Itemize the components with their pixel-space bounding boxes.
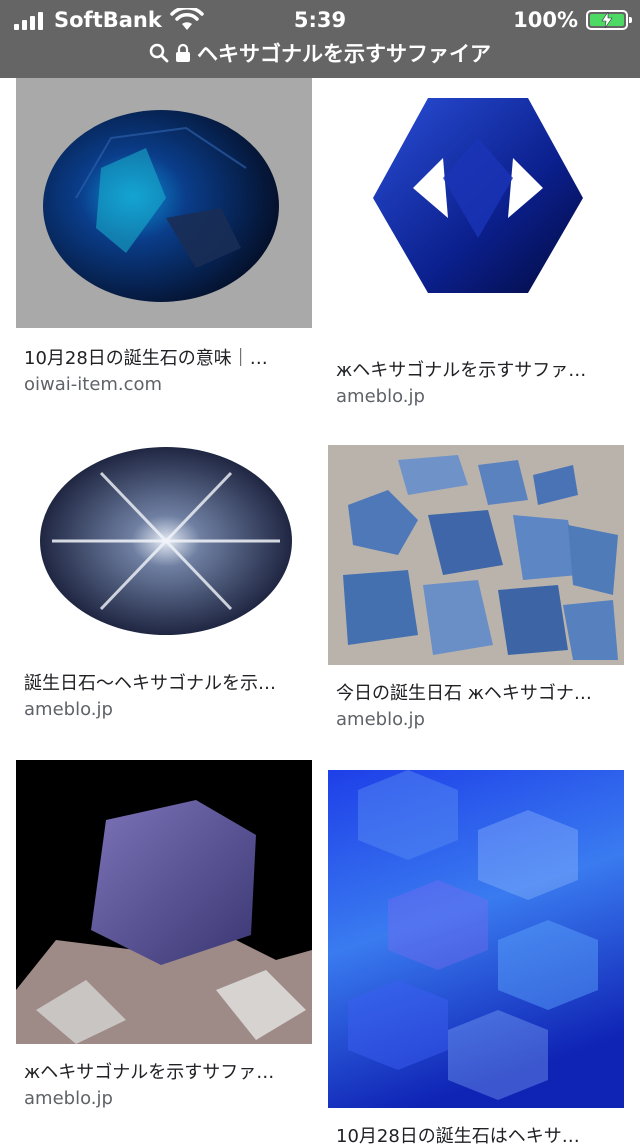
- image-result-card[interactable]: 今日の誕生日石 жヘキサゴナ… ameblo.jp: [328, 445, 624, 745]
- battery-charging-icon: [586, 10, 632, 30]
- result-title[interactable]: жヘキサゴナルを示すサファ…: [336, 356, 586, 382]
- search-icon: [149, 43, 169, 63]
- result-domain: ameblo.jp: [24, 1088, 113, 1109]
- result-title[interactable]: 10月28日の誕生石はヘキサ…: [336, 1122, 580, 1148]
- status-bar: SoftBank 5:39 100%: [0, 0, 640, 40]
- url-bar[interactable]: ヘキサゴナルを示すサファイア: [0, 38, 640, 72]
- result-domain: ameblo.jp: [336, 386, 425, 407]
- result-domain: oiwai-item.com: [24, 374, 163, 395]
- result-image[interactable]: [16, 760, 312, 1044]
- result-image[interactable]: [328, 770, 624, 1108]
- url-query-text: ヘキサゴナルを示すサファイア: [197, 42, 491, 66]
- result-domain: ameblo.jp: [24, 699, 113, 720]
- result-title[interactable]: жヘキサゴナルを示すサファ…: [24, 1058, 274, 1084]
- result-image[interactable]: [328, 78, 624, 340]
- result-image[interactable]: [16, 78, 312, 328]
- result-domain: ameblo.jp: [336, 709, 425, 730]
- result-image[interactable]: [16, 433, 312, 655]
- image-result-card[interactable]: 誕生日石〜ヘキサゴナルを示… ameblo.jp: [16, 433, 312, 733]
- result-title[interactable]: 誕生日石〜ヘキサゴナルを示…: [24, 669, 276, 695]
- lock-icon: [176, 43, 190, 62]
- result-image[interactable]: [328, 445, 624, 665]
- image-result-card[interactable]: 10月28日の誕生石の意味｜… oiwai-item.com: [16, 78, 312, 418]
- image-result-card[interactable]: 10月28日の誕生石はヘキサ…: [328, 770, 624, 1147]
- image-result-card[interactable]: жヘキサゴナルを示すサファ… ameblo.jp: [328, 78, 624, 428]
- result-title[interactable]: 10月28日の誕生石の意味｜…: [24, 344, 268, 370]
- battery-percentage: 100%: [513, 8, 578, 32]
- image-result-card[interactable]: жヘキサゴナルを示すサファ… ameblo.jp: [16, 760, 312, 1120]
- browser-top-bar: SoftBank 5:39 100% ヘキサゴナルを示すサファイア: [0, 0, 640, 78]
- result-title[interactable]: 今日の誕生日石 жヘキサゴナ…: [336, 679, 592, 705]
